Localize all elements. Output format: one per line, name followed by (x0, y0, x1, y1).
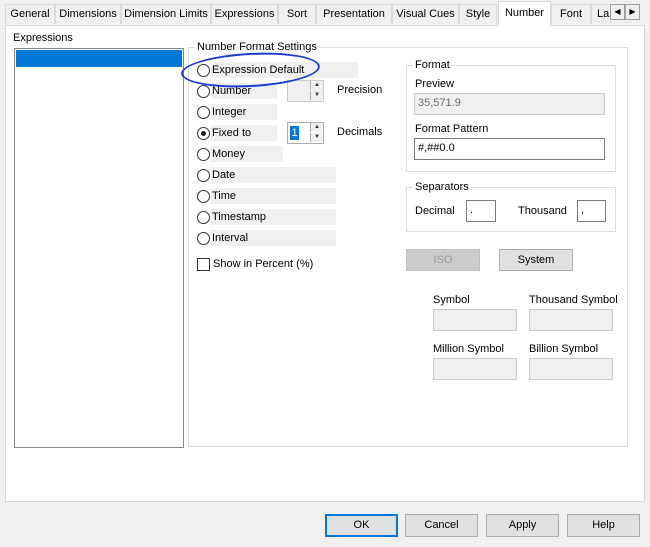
precision-label: Precision (337, 84, 383, 96)
radio-fixed-to[interactable] (197, 127, 210, 140)
symbol-input (433, 309, 517, 331)
radio-timestamp[interactable] (197, 211, 210, 224)
tab-dimensions[interactable]: Dimensions (55, 4, 121, 24)
system-button[interactable]: System (499, 249, 573, 271)
tab-number[interactable]: Number (498, 1, 551, 26)
million-symbol-label: Million Symbol (433, 343, 504, 355)
option-label-timestamp: Timestamp (211, 209, 336, 225)
separators-title: Separators (413, 181, 471, 193)
radio-interval[interactable] (197, 232, 210, 245)
billion-symbol-input (529, 358, 613, 380)
thousand-symbol-label: Thousand Symbol (529, 294, 618, 306)
radio-integer[interactable] (197, 106, 210, 119)
expressions-list-selected-item[interactable] (16, 50, 182, 67)
tab-sort[interactable]: Sort (278, 4, 316, 24)
preview-label: Preview (415, 78, 455, 90)
number-format-settings-title: Number Format Settings (195, 41, 319, 53)
decimals-value[interactable]: 1 (290, 126, 299, 140)
decimals-down-icon[interactable]: ▼ (310, 133, 323, 142)
ok-button[interactable]: OK (325, 514, 398, 537)
billion-symbol-label: Billion Symbol (529, 343, 599, 355)
expressions-label: Expressions (13, 32, 73, 44)
option-label-fixed-to: Fixed to (211, 125, 277, 141)
tab-dimension-limits[interactable]: Dimension Limits (121, 4, 211, 24)
decimals-label: Decimals (337, 126, 383, 138)
tab-style[interactable]: Style (459, 4, 497, 24)
thousand-symbol-input (529, 309, 613, 331)
expressions-list[interactable] (14, 48, 184, 448)
tab-layout[interactable]: La (591, 4, 611, 24)
tab-scroll-right-icon[interactable]: ▶ (625, 4, 640, 20)
tab-expressions[interactable]: Expressions (211, 4, 278, 24)
decimal-separator-label: Decimal (415, 205, 455, 217)
format-pattern-label: Format Pattern (415, 123, 489, 135)
tab-bar: General Dimensions Dimension Limits Expr… (0, 0, 650, 26)
radio-money[interactable] (197, 148, 210, 161)
tab-scroll-left-icon[interactable]: ◀ (610, 4, 625, 20)
option-label-integer: Integer (211, 104, 277, 120)
radio-number[interactable] (197, 85, 210, 98)
precision-up-icon[interactable]: ▲ (310, 81, 323, 90)
option-label-interval: Interval (211, 230, 336, 246)
precision-down-icon[interactable]: ▼ (310, 91, 323, 100)
option-label-date: Date (211, 167, 336, 183)
option-label-time: Time (211, 188, 336, 204)
help-button[interactable]: Help (567, 514, 640, 537)
million-symbol-input (433, 358, 517, 380)
radio-time[interactable] (197, 190, 210, 203)
tab-presentation[interactable]: Presentation (316, 4, 392, 24)
symbol-label: Symbol (433, 294, 470, 306)
format-pattern-input[interactable]: #,##0.0 (414, 138, 605, 160)
option-label-money: Money (211, 146, 283, 162)
cancel-button[interactable]: Cancel (405, 514, 478, 537)
decimals-spinner[interactable]: 1 ▲ ▼ (287, 122, 324, 144)
tab-font[interactable]: Font (551, 4, 591, 24)
preview-field: 35,571.9 (414, 93, 605, 115)
show-in-percent-label: Show in Percent (%) (213, 258, 314, 270)
tab-visual-cues[interactable]: Visual Cues (392, 4, 459, 24)
thousand-separator-label: Thousand (518, 205, 567, 217)
radio-date[interactable] (197, 169, 210, 182)
apply-button[interactable]: Apply (486, 514, 559, 537)
show-in-percent-checkbox[interactable] (197, 258, 210, 271)
iso-button[interactable]: ISO (406, 249, 480, 271)
decimals-up-icon[interactable]: ▲ (310, 123, 323, 132)
decimal-separator-input[interactable]: . (466, 200, 496, 222)
precision-spinner[interactable]: ▲ ▼ (287, 80, 324, 102)
tab-general[interactable]: General (5, 4, 55, 24)
format-title: Format (413, 59, 452, 71)
thousand-separator-input[interactable]: , (577, 200, 606, 222)
